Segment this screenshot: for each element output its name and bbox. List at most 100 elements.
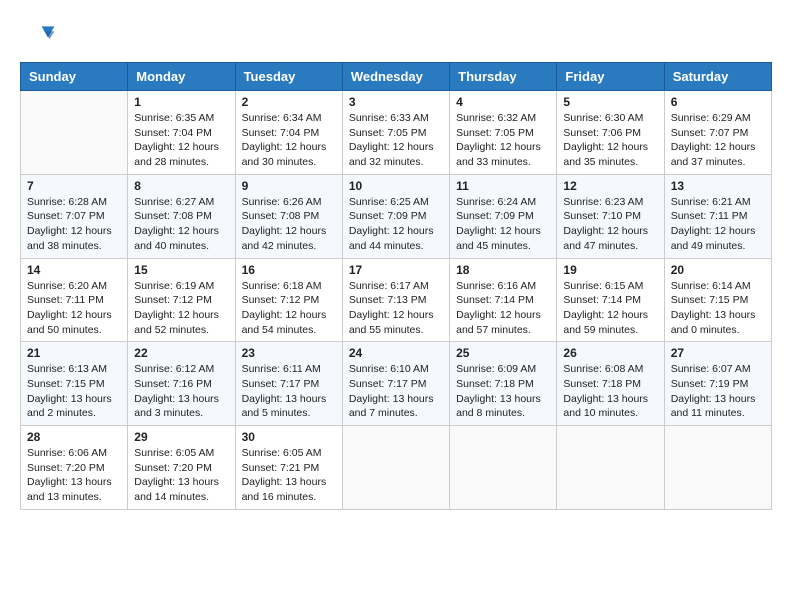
day-number: 17 (349, 263, 443, 277)
day-info: Sunrise: 6:28 AMSunset: 7:07 PMDaylight:… (27, 195, 121, 254)
day-info: Sunrise: 6:19 AMSunset: 7:12 PMDaylight:… (134, 279, 228, 338)
day-number: 27 (671, 346, 765, 360)
day-info: Sunrise: 6:34 AMSunset: 7:04 PMDaylight:… (242, 111, 336, 170)
day-number: 1 (134, 95, 228, 109)
day-number: 22 (134, 346, 228, 360)
day-number: 8 (134, 179, 228, 193)
day-number: 9 (242, 179, 336, 193)
calendar-cell: 23 Sunrise: 6:11 AMSunset: 7:17 PMDayligh… (235, 342, 342, 426)
calendar-cell: 8 Sunrise: 6:27 AMSunset: 7:08 PMDaylight… (128, 174, 235, 258)
calendar-cell: 24 Sunrise: 6:10 AMSunset: 7:17 PMDayligh… (342, 342, 449, 426)
calendar-cell: 20 Sunrise: 6:14 AMSunset: 7:15 PMDayligh… (664, 258, 771, 342)
day-number: 15 (134, 263, 228, 277)
day-info: Sunrise: 6:26 AMSunset: 7:08 PMDaylight:… (242, 195, 336, 254)
calendar-cell: 28 Sunrise: 6:06 AMSunset: 7:20 PMDayligh… (21, 426, 128, 510)
weekday-header-row: SundayMondayTuesdayWednesdayThursdayFrid… (21, 63, 772, 91)
day-number: 21 (27, 346, 121, 360)
day-info: Sunrise: 6:06 AMSunset: 7:20 PMDaylight:… (27, 446, 121, 505)
calendar-cell: 12Sunrise: 6:23 AMSunset: 7:10 PMDayligh… (557, 174, 664, 258)
calendar-cell: 27 Sunrise: 6:07 AMSunset: 7:19 PMDayligh… (664, 342, 771, 426)
weekday-header-thursday: Thursday (450, 63, 557, 91)
day-number: 26 (563, 346, 657, 360)
day-info: Sunrise: 6:08 AMSunset: 7:18 PMDaylight:… (563, 362, 657, 421)
weekday-header-tuesday: Tuesday (235, 63, 342, 91)
day-info: Sunrise: 6:25 AMSunset: 7:09 PMDaylight:… (349, 195, 443, 254)
calendar-cell: 5 Sunrise: 6:30 AMSunset: 7:06 PMDaylight… (557, 91, 664, 175)
weekday-header-saturday: Saturday (664, 63, 771, 91)
day-number: 16 (242, 263, 336, 277)
day-number: 20 (671, 263, 765, 277)
day-number: 10 (349, 179, 443, 193)
day-info: Sunrise: 6:10 AMSunset: 7:17 PMDaylight:… (349, 362, 443, 421)
calendar-cell: 6Sunrise: 6:29 AMSunset: 7:07 PMDaylight… (664, 91, 771, 175)
calendar-cell (450, 426, 557, 510)
day-number: 14 (27, 263, 121, 277)
calendar-cell: 2 Sunrise: 6:34 AMSunset: 7:04 PMDaylight… (235, 91, 342, 175)
calendar-cell: 3Sunrise: 6:33 AMSunset: 7:05 PMDaylight… (342, 91, 449, 175)
calendar-cell: 22Sunrise: 6:12 AMSunset: 7:16 PMDayligh… (128, 342, 235, 426)
calendar-cell (342, 426, 449, 510)
day-info: Sunrise: 6:23 AMSunset: 7:10 PMDaylight:… (563, 195, 657, 254)
day-number: 2 (242, 95, 336, 109)
calendar-cell: 26 Sunrise: 6:08 AMSunset: 7:18 PMDayligh… (557, 342, 664, 426)
calendar-cell: 11 Sunrise: 6:24 AMSunset: 7:09 PMDayligh… (450, 174, 557, 258)
day-info: Sunrise: 6:05 AMSunset: 7:20 PMDaylight:… (134, 446, 228, 505)
calendar-table: SundayMondayTuesdayWednesdayThursdayFrid… (20, 62, 772, 510)
day-info: Sunrise: 6:17 AMSunset: 7:13 PMDaylight:… (349, 279, 443, 338)
day-info: Sunrise: 6:33 AMSunset: 7:05 PMDaylight:… (349, 111, 443, 170)
logo-icon (24, 20, 56, 52)
calendar-cell (557, 426, 664, 510)
calendar-week-row: 28 Sunrise: 6:06 AMSunset: 7:20 PMDayligh… (21, 426, 772, 510)
day-number: 18 (456, 263, 550, 277)
calendar-cell: 13 Sunrise: 6:21 AMSunset: 7:11 PMDayligh… (664, 174, 771, 258)
calendar-cell: 19 Sunrise: 6:15 AMSunset: 7:14 PMDayligh… (557, 258, 664, 342)
calendar-cell: 4 Sunrise: 6:32 AMSunset: 7:05 PMDaylight… (450, 91, 557, 175)
day-info: Sunrise: 6:30 AMSunset: 7:06 PMDaylight:… (563, 111, 657, 170)
day-info: Sunrise: 6:11 AMSunset: 7:17 PMDaylight:… (242, 362, 336, 421)
calendar-week-row: 7 Sunrise: 6:28 AMSunset: 7:07 PMDaylight… (21, 174, 772, 258)
calendar-cell: 21Sunrise: 6:13 AMSunset: 7:15 PMDayligh… (21, 342, 128, 426)
day-info: Sunrise: 6:20 AMSunset: 7:11 PMDaylight:… (27, 279, 121, 338)
calendar-cell: 15 Sunrise: 6:19 AMSunset: 7:12 PMDayligh… (128, 258, 235, 342)
calendar-cell: 9 Sunrise: 6:26 AMSunset: 7:08 PMDaylight… (235, 174, 342, 258)
calendar-cell: 30 Sunrise: 6:05 AMSunset: 7:21 PMDayligh… (235, 426, 342, 510)
calendar-cell: 1 Sunrise: 6:35 AMSunset: 7:04 PMDaylight… (128, 91, 235, 175)
day-number: 19 (563, 263, 657, 277)
day-info: Sunrise: 6:14 AMSunset: 7:15 PMDaylight:… (671, 279, 765, 338)
day-number: 29 (134, 430, 228, 444)
day-info: Sunrise: 6:32 AMSunset: 7:05 PMDaylight:… (456, 111, 550, 170)
day-info: Sunrise: 6:07 AMSunset: 7:19 PMDaylight:… (671, 362, 765, 421)
weekday-header-monday: Monday (128, 63, 235, 91)
day-info: Sunrise: 6:09 AMSunset: 7:18 PMDaylight:… (456, 362, 550, 421)
calendar-cell: 18Sunrise: 6:16 AMSunset: 7:14 PMDayligh… (450, 258, 557, 342)
calendar-cell: 25 Sunrise: 6:09 AMSunset: 7:18 PMDayligh… (450, 342, 557, 426)
logo (20, 20, 56, 52)
day-info: Sunrise: 6:27 AMSunset: 7:08 PMDaylight:… (134, 195, 228, 254)
calendar-cell: 17 Sunrise: 6:17 AMSunset: 7:13 PMDayligh… (342, 258, 449, 342)
day-number: 30 (242, 430, 336, 444)
day-info: Sunrise: 6:18 AMSunset: 7:12 PMDaylight:… (242, 279, 336, 338)
day-info: Sunrise: 6:24 AMSunset: 7:09 PMDaylight:… (456, 195, 550, 254)
calendar-week-row: 1 Sunrise: 6:35 AMSunset: 7:04 PMDaylight… (21, 91, 772, 175)
day-number: 28 (27, 430, 121, 444)
day-number: 25 (456, 346, 550, 360)
calendar-cell: 10 Sunrise: 6:25 AMSunset: 7:09 PMDayligh… (342, 174, 449, 258)
day-number: 11 (456, 179, 550, 193)
page-header (20, 20, 772, 52)
day-number: 24 (349, 346, 443, 360)
day-number: 6 (671, 95, 765, 109)
calendar-cell: 29 Sunrise: 6:05 AMSunset: 7:20 PMDayligh… (128, 426, 235, 510)
calendar-week-row: 14 Sunrise: 6:20 AMSunset: 7:11 PMDayligh… (21, 258, 772, 342)
day-info: Sunrise: 6:21 AMSunset: 7:11 PMDaylight:… (671, 195, 765, 254)
day-number: 7 (27, 179, 121, 193)
day-number: 5 (563, 95, 657, 109)
day-info: Sunrise: 6:35 AMSunset: 7:04 PMDaylight:… (134, 111, 228, 170)
weekday-header-sunday: Sunday (21, 63, 128, 91)
day-info: Sunrise: 6:15 AMSunset: 7:14 PMDaylight:… (563, 279, 657, 338)
day-info: Sunrise: 6:05 AMSunset: 7:21 PMDaylight:… (242, 446, 336, 505)
calendar-cell: 16 Sunrise: 6:18 AMSunset: 7:12 PMDayligh… (235, 258, 342, 342)
day-number: 13 (671, 179, 765, 193)
day-number: 4 (456, 95, 550, 109)
day-number: 23 (242, 346, 336, 360)
calendar-cell (664, 426, 771, 510)
